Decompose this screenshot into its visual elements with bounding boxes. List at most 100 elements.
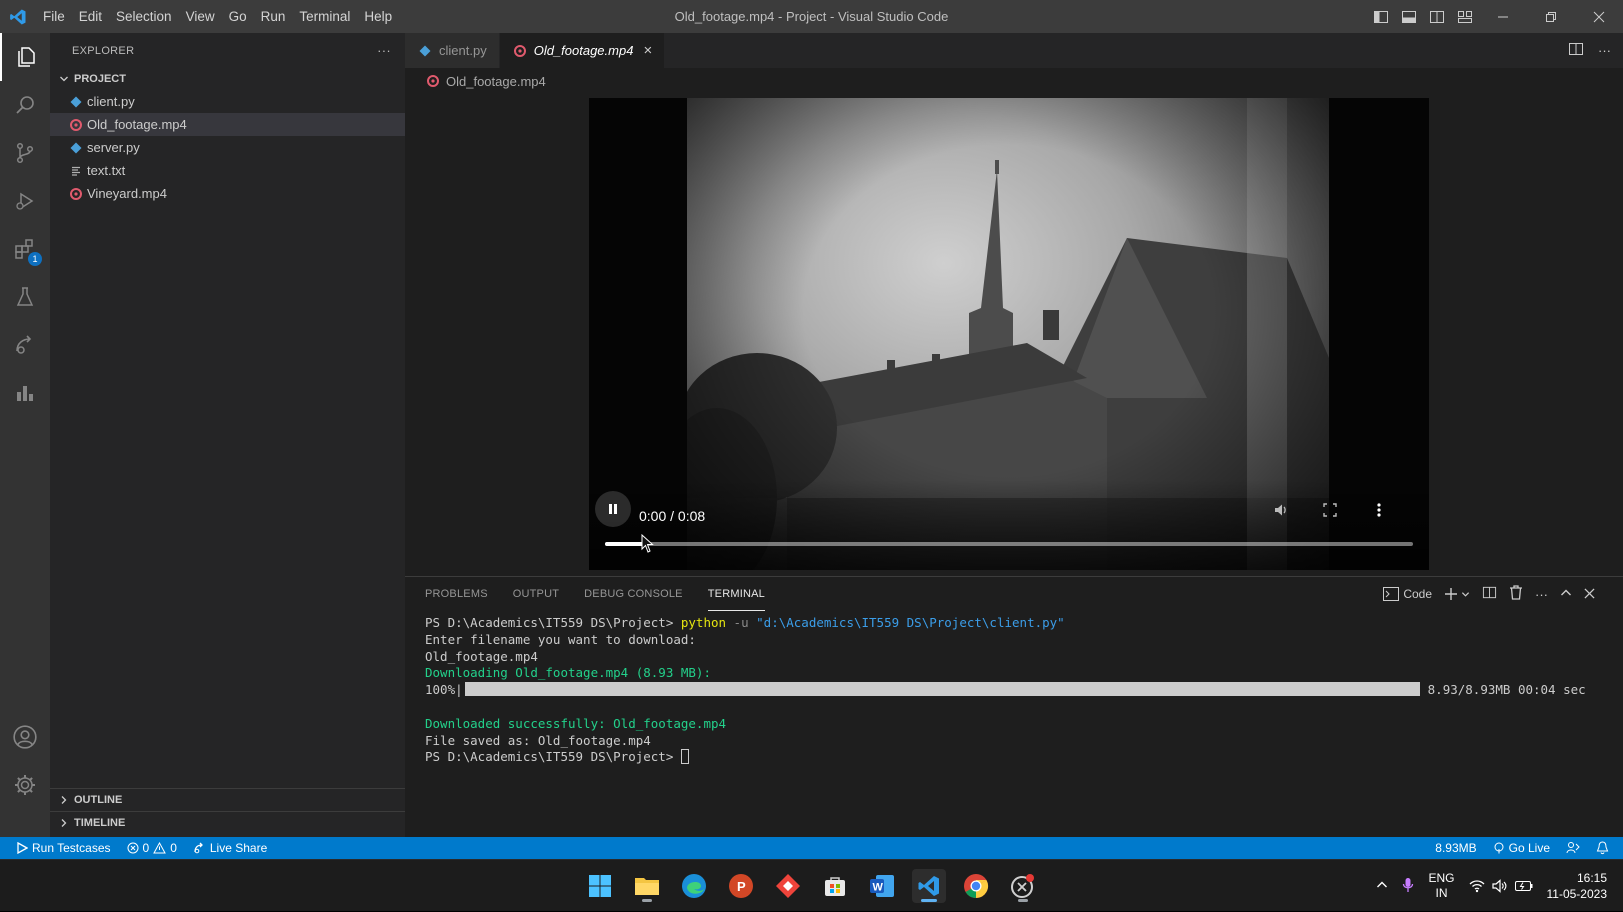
menu-terminal[interactable]: Terminal	[292, 0, 357, 33]
settings-gear-icon[interactable]	[0, 761, 50, 809]
menu-edit[interactable]: Edit	[72, 0, 109, 33]
more-actions-icon[interactable]: ···	[1598, 43, 1611, 58]
word-icon[interactable]: W	[865, 869, 899, 903]
video-progress-bar[interactable]	[605, 542, 1413, 546]
project-section-header[interactable]: PROJECT	[50, 68, 405, 90]
terminal-prompt-line: PS D:\Academics\IT559 DS\Project>	[425, 749, 1605, 766]
broadcast-icon	[1494, 842, 1504, 854]
microphone-icon[interactable]	[1402, 877, 1414, 896]
account-icon[interactable]	[0, 713, 50, 761]
menu-view[interactable]: View	[179, 0, 222, 33]
file-item-server-py[interactable]: server.py	[50, 136, 405, 159]
file-explorer-icon[interactable]	[630, 869, 664, 903]
file-label: client.py	[87, 94, 135, 109]
timeline-section-header[interactable]: TIMELINE	[50, 812, 405, 834]
volume-icon[interactable]	[1269, 498, 1293, 522]
video-file-icon	[425, 73, 441, 89]
toggle-panel-icon[interactable]	[1395, 0, 1423, 33]
warning-icon	[153, 842, 167, 854]
extensions-icon[interactable]: 1	[0, 225, 50, 273]
problems-status[interactable]: 0 0	[119, 837, 185, 859]
video-time: 0:00 / 0:08	[639, 508, 706, 524]
powerpoint-icon[interactable]: P	[724, 869, 758, 903]
search-icon[interactable]	[0, 81, 50, 129]
menu-run[interactable]: Run	[254, 0, 293, 33]
clock[interactable]: 16:15 11-05-2023	[1547, 870, 1608, 902]
file-item-vineyard[interactable]: Vineyard.mp4	[50, 182, 405, 205]
close-panel-icon[interactable]	[1584, 587, 1595, 602]
testing-flask-icon[interactable]	[0, 273, 50, 321]
tab-output[interactable]: OUTPUT	[513, 577, 559, 611]
title-bar: File Edit Selection View Go Run Terminal…	[0, 0, 1623, 33]
split-editor-icon[interactable]	[1568, 41, 1584, 60]
shell-label: Code	[1403, 587, 1432, 601]
play-icon	[17, 842, 28, 854]
live-share-button[interactable]: Live Share	[185, 837, 275, 859]
close-tab-icon[interactable]: ×	[643, 42, 652, 59]
maximize-panel-icon[interactable]	[1560, 587, 1572, 602]
live-share-icon	[194, 842, 203, 854]
minimize-icon[interactable]	[1479, 0, 1527, 33]
toggle-secondary-sidebar-icon[interactable]	[1423, 0, 1451, 33]
outline-section-header[interactable]: OUTLINE	[50, 789, 405, 811]
editor-tabs: client.py Old_footage.mp4 × ···	[405, 33, 1623, 68]
terminal-line: Downloaded successfully: Old_footage.mp4	[425, 715, 727, 731]
menu-file[interactable]: File	[36, 0, 72, 33]
notifications-bell-icon[interactable]	[1588, 837, 1623, 859]
chrome-icon[interactable]	[959, 869, 993, 903]
more-options-icon[interactable]	[1367, 498, 1391, 522]
chevron-right-icon	[56, 818, 72, 828]
menu-selection[interactable]: Selection	[109, 0, 179, 33]
tab-terminal[interactable]: TERMINAL	[707, 577, 765, 611]
breadcrumb: Old_footage.mp4	[405, 68, 546, 94]
file-item-client-py[interactable]: client.py	[50, 90, 405, 113]
new-terminal-icon[interactable]	[1444, 587, 1470, 601]
file-item-old-footage[interactable]: Old_footage.mp4	[50, 113, 405, 136]
microsoft-store-icon[interactable]	[818, 869, 852, 903]
terminal-output[interactable]: PS D:\Academics\IT559 DS\Project> python…	[425, 615, 1605, 766]
source-control-icon[interactable]	[0, 129, 50, 177]
restore-icon[interactable]	[1527, 0, 1575, 33]
tab-old-footage[interactable]: Old_footage.mp4 ×	[499, 33, 666, 68]
panel-more-icon[interactable]: ···	[1535, 587, 1548, 602]
tab-problems[interactable]: PROBLEMS	[425, 577, 488, 611]
file-item-text-txt[interactable]: text.txt	[50, 159, 405, 182]
tab-client-py[interactable]: client.py	[405, 33, 500, 68]
bar-chart-icon[interactable]	[0, 369, 50, 417]
trash-icon[interactable]	[1509, 585, 1523, 603]
video-player[interactable]: 0:00 / 0:08	[589, 98, 1429, 570]
close-window-icon[interactable]	[1575, 0, 1623, 33]
toggle-sidebar-icon[interactable]	[1367, 0, 1395, 33]
language-indicator[interactable]: ENG IN	[1428, 871, 1454, 901]
run-debug-icon[interactable]	[0, 177, 50, 225]
battery-icon	[1514, 881, 1532, 891]
pause-button[interactable]	[595, 491, 631, 527]
anydesk-icon[interactable]	[771, 869, 805, 903]
run-testcases-button[interactable]: Run Testcases	[0, 837, 119, 859]
terminal-shell-selector[interactable]: Code	[1383, 587, 1432, 601]
python-icon	[68, 94, 84, 110]
vscode-taskbar-icon[interactable]	[912, 869, 946, 903]
chevron-up-icon[interactable]	[1376, 879, 1388, 894]
feedback-icon[interactable]	[1558, 837, 1588, 859]
fullscreen-icon[interactable]	[1318, 498, 1342, 522]
menu-go[interactable]: Go	[222, 0, 254, 33]
windows-start-icon[interactable]	[583, 869, 617, 903]
explorer-icon[interactable]	[0, 33, 50, 81]
terminal-progress-line: 100%| 8.93/8.93MB 00:04 sec	[425, 682, 1586, 698]
quick-settings[interactable]	[1469, 879, 1533, 893]
vscode-logo-icon	[0, 0, 36, 33]
live-share-icon[interactable]	[0, 321, 50, 369]
split-terminal-icon[interactable]	[1482, 585, 1497, 603]
explorer-more-icon[interactable]: ···	[377, 43, 391, 58]
explorer-title: EXPLORER	[72, 44, 135, 57]
customize-layout-icon[interactable]	[1451, 0, 1479, 33]
tab-debug-console[interactable]: DEBUG CONSOLE	[584, 577, 683, 611]
tab-label: Old_footage.mp4	[533, 43, 634, 58]
menu-help[interactable]: Help	[357, 0, 399, 33]
breadcrumb-file[interactable]: Old_footage.mp4	[446, 74, 546, 89]
go-live-button[interactable]: Go Live	[1485, 837, 1558, 859]
volume-icon	[1491, 879, 1506, 893]
edge-browser-icon[interactable]	[677, 869, 711, 903]
snipping-tool-icon[interactable]	[1006, 869, 1040, 903]
